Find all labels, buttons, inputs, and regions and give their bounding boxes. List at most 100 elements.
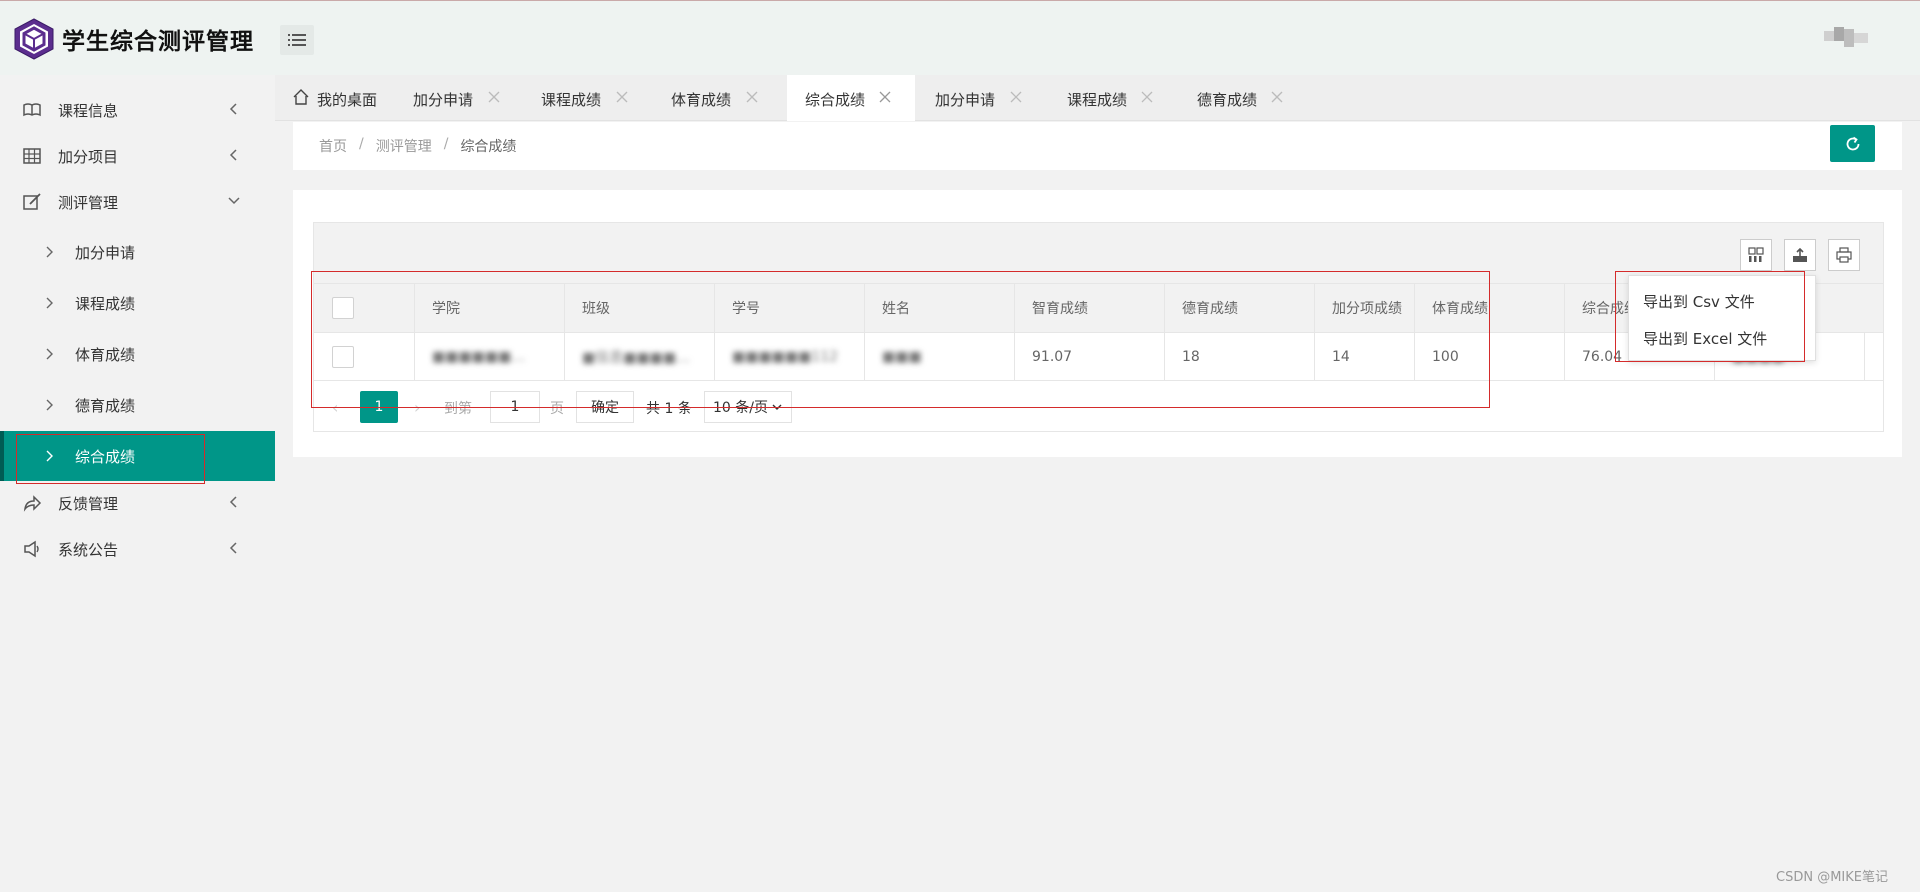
close-icon[interactable] <box>1141 91 1153 103</box>
header-cell[interactable]: 姓名 <box>865 284 1015 332</box>
list-menu-icon <box>288 34 306 46</box>
tab-desktop[interactable]: 我的桌面 <box>275 75 393 121</box>
tab-bonus-apply-2[interactable]: 加分申请 <box>915 75 1047 121</box>
cell-bonus-score: 14 <box>1315 333 1415 380</box>
sidebar-subitem-bonus-apply[interactable]: 加分申请 <box>0 227 275 277</box>
cell-name: ■■■ <box>865 333 1015 380</box>
header-cell[interactable]: 学院 <box>415 284 565 332</box>
tab-course-scores-2[interactable]: 课程成绩 <box>1047 75 1177 121</box>
sidebar-subitem-sports-scores[interactable]: 体育成绩 <box>0 329 275 379</box>
select-all-checkbox[interactable] <box>332 297 354 319</box>
tab-total-scores[interactable]: 综合成绩 <box>787 75 915 121</box>
goto-label: 到第 <box>444 401 472 417</box>
edit-icon <box>23 193 41 210</box>
print-button[interactable] <box>1828 239 1860 271</box>
close-icon[interactable] <box>488 91 500 103</box>
sidebar-subitem-moral-scores[interactable]: 德育成绩 <box>0 380 275 430</box>
tab-moral-scores[interactable]: 德育成绩 <box>1177 75 1309 121</box>
header-cell[interactable]: 加分项成绩 <box>1315 284 1415 332</box>
cell-class: ■信息■■■■… <box>565 333 715 380</box>
row-checkbox-cell <box>314 333 415 380</box>
watermark: CSDN @MIKE笔记 <box>1776 870 1888 885</box>
cell-student-id: ■■■■■■112 <box>715 333 865 380</box>
header-cell[interactable]: 班级 <box>565 284 715 332</box>
sidebar-item-label: 测评管理 <box>58 194 119 212</box>
sidebar-item-evaluation[interactable]: 测评管理 <box>0 179 275 225</box>
chevron-down-icon <box>228 197 240 205</box>
chevron-right-icon <box>46 246 53 258</box>
row-checkbox[interactable] <box>332 345 354 368</box>
sidebar-item-course-info[interactable]: 课程信息 <box>0 87 275 133</box>
app-logo: 学生综合测评管理 <box>12 17 254 61</box>
top-header: 学生综合测评管理 <box>0 0 1920 75</box>
cell-college: ■■■■■■… <box>415 333 565 380</box>
columns-filter-button[interactable] <box>1740 239 1772 271</box>
sidebar-item-announcement[interactable]: 系统公告 <box>0 526 275 572</box>
tab-bar: 我的桌面 加分申请 课程成绩 体育成绩 综合成绩 加分申请 课程成绩 德育成绩 <box>275 75 1920 121</box>
chevron-down-icon <box>772 404 782 410</box>
close-icon[interactable] <box>1271 91 1283 103</box>
pagination: ‹ 1 › 到第 页 确定 共 1 条 10 条/页 <box>314 383 1883 431</box>
page-number-input[interactable] <box>490 391 540 423</box>
close-icon[interactable] <box>746 91 758 103</box>
prev-page-button[interactable]: ‹ <box>332 398 338 417</box>
tab-label: 加分申请 <box>413 91 474 109</box>
tab-bonus-apply[interactable]: 加分申请 <box>393 75 521 121</box>
next-page-button[interactable]: › <box>414 398 420 417</box>
page-size-select[interactable]: 10 条/页 <box>704 391 792 423</box>
active-indicator <box>0 431 4 481</box>
confirm-page-button[interactable]: 确定 <box>576 391 634 423</box>
chevron-right-icon <box>46 450 53 462</box>
export-csv-option[interactable]: 导出到 Csv 文件 <box>1643 291 1755 312</box>
home-icon <box>293 89 309 105</box>
header-cell[interactable]: 体育成绩 <box>1415 284 1565 332</box>
close-icon[interactable] <box>1010 91 1022 103</box>
megaphone-icon <box>24 540 39 558</box>
sidebar-item-label: 加分项目 <box>58 148 119 166</box>
export-dropdown-menu: 导出到 Csv 文件 导出到 Excel 文件 <box>1628 275 1816 361</box>
breadcrumb-card: 首页 / 测评管理 / 综合成绩 <box>293 122 1902 170</box>
sidebar-subitem-label: 加分申请 <box>75 244 136 262</box>
chevron-right-icon <box>46 399 53 411</box>
breadcrumb-section[interactable]: 测评管理 <box>376 136 432 156</box>
total-count: 共 1 条 <box>646 401 692 417</box>
tab-label: 德育成绩 <box>1197 91 1258 109</box>
sidebar-item-label: 系统公告 <box>58 541 119 559</box>
refresh-icon <box>1846 136 1859 150</box>
close-icon[interactable] <box>616 91 628 103</box>
header-cell[interactable]: 学号 <box>715 284 865 332</box>
header-cell[interactable]: 智育成绩 <box>1015 284 1165 332</box>
header-cell[interactable]: 德育成绩 <box>1165 284 1315 332</box>
sidebar-subitem-label: 综合成绩 <box>75 448 136 466</box>
breadcrumb-separator: / <box>359 136 364 152</box>
sidebar-subitem-course-scores[interactable]: 课程成绩 <box>0 278 275 328</box>
chevron-left-icon <box>229 542 237 554</box>
tab-label: 加分申请 <box>935 91 996 109</box>
page-number-current[interactable]: 1 <box>360 391 398 423</box>
app-title: 学生综合测评管理 <box>62 29 254 55</box>
chevron-left-icon <box>229 103 237 115</box>
tab-label: 课程成绩 <box>541 91 602 109</box>
tab-label: 我的桌面 <box>317 91 378 109</box>
menu-toggle-button[interactable] <box>280 25 314 55</box>
share-icon <box>23 495 42 512</box>
refresh-button[interactable] <box>1830 125 1875 162</box>
close-icon[interactable] <box>879 91 891 103</box>
cell-intellectual-score: 91.07 <box>1015 333 1165 380</box>
sidebar-item-bonus-items[interactable]: 加分项目 <box>0 133 275 179</box>
user-avatar[interactable] <box>1824 25 1872 49</box>
sidebar-item-label: 反馈管理 <box>58 495 119 513</box>
sidebar-item-feedback[interactable]: 反馈管理 <box>0 480 275 526</box>
tab-course-scores[interactable]: 课程成绩 <box>521 75 651 121</box>
book-icon <box>23 103 41 117</box>
sidebar-subitem-total-scores[interactable]: 综合成绩 <box>0 431 275 481</box>
export-excel-option[interactable]: 导出到 Excel 文件 <box>1643 328 1767 349</box>
export-button[interactable] <box>1784 239 1816 271</box>
chevron-right-icon <box>46 297 53 309</box>
cell-moral-score: 18 <box>1165 333 1315 380</box>
cell-sports-score: 100 <box>1415 333 1565 380</box>
grid-icon <box>23 148 41 164</box>
breadcrumb-home[interactable]: 首页 <box>319 136 347 156</box>
tab-sports-scores[interactable]: 体育成绩 <box>651 75 781 121</box>
header-checkbox-cell <box>314 284 415 332</box>
